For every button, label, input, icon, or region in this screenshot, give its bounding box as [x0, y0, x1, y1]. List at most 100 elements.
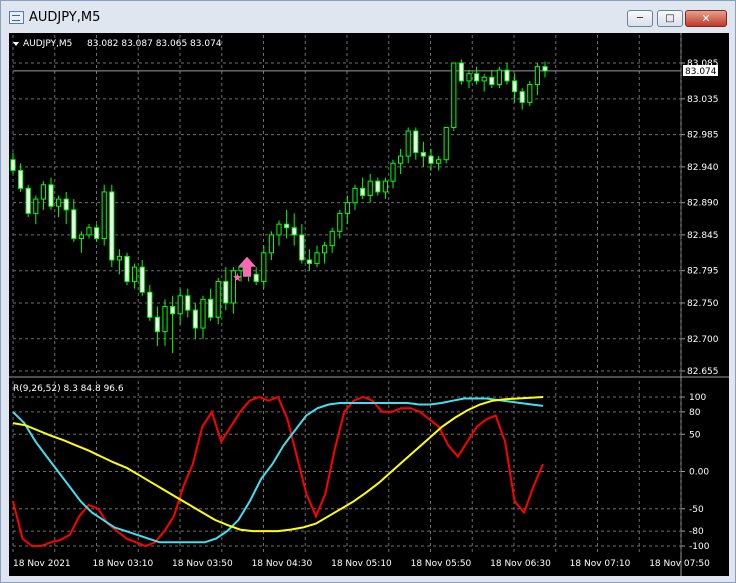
candle-body — [451, 62, 457, 128]
chart-canvas[interactable]: ★ 83.08583.03582.98582.94082.89082.84582… — [9, 33, 729, 576]
candle-body — [527, 83, 533, 103]
candle-body — [390, 162, 396, 182]
candle-body — [170, 306, 176, 315]
indicator-label: R(9,26,52) 8.3 84.8 96.6 — [13, 384, 124, 394]
candle-body — [504, 69, 510, 82]
candle-body — [109, 191, 115, 261]
mt4-chart-window: AUDJPY,M5 ─ □ ✕ ★ 83.085 83.035 82.985 82.9… — [0, 0, 736, 583]
candle-body — [337, 212, 343, 232]
candle-body — [466, 73, 472, 82]
candle-body — [253, 273, 259, 282]
candle-body — [344, 202, 350, 214]
candle-body — [208, 298, 214, 318]
candle-body — [215, 280, 221, 318]
indicator-series-line — [12, 397, 544, 544]
candle-body — [360, 187, 366, 197]
candle-body — [162, 306, 168, 333]
candle-body — [261, 252, 267, 282]
time-axis-label: 18 Nov 2021 — [13, 559, 71, 569]
candle-body — [177, 295, 183, 315]
time-axis-label: 18 Nov 04:30 — [252, 559, 313, 569]
indicator-tick-label: 100 — [689, 393, 706, 403]
candle-body — [413, 130, 419, 154]
candle-body — [25, 187, 31, 214]
candle-body — [154, 316, 160, 333]
indicator-series-line — [12, 396, 544, 533]
candle-body — [420, 152, 426, 157]
candle-body — [443, 126, 449, 161]
grid-lines — [9, 33, 729, 576]
indicator-tick-label: -100 — [689, 542, 710, 552]
candle-body — [185, 295, 191, 311]
price-tick-label: 82.985 — [687, 131, 719, 141]
chart-window-icon[interactable] — [9, 11, 24, 24]
candle-body — [78, 234, 84, 239]
price-tick-label: 82.655 — [687, 367, 719, 377]
price-tick-label: 82.700 — [687, 335, 719, 345]
ohlc-label: 83.082 83.087 83.065 83.074 — [87, 39, 222, 49]
price-tick-label: 82.940 — [687, 163, 719, 173]
candle-body — [306, 259, 312, 265]
price-tick-label: 82.845 — [687, 231, 719, 241]
candle-body — [132, 266, 138, 282]
candle-body — [33, 198, 39, 214]
maximize-button[interactable]: □ — [657, 10, 683, 27]
time-axis-label: 18 Nov 05:10 — [331, 559, 392, 569]
candle-body — [299, 234, 305, 261]
candle-body — [101, 191, 107, 239]
candle-body — [94, 227, 100, 239]
candle-body — [40, 184, 46, 200]
candle-body — [291, 227, 297, 236]
price-tick-label: 82.890 — [687, 199, 719, 209]
candle-body — [314, 252, 320, 265]
candle-body — [139, 266, 145, 293]
time-axis-label: 18 Nov 06:30 — [490, 559, 551, 569]
indicator-tick-label: -80 — [689, 527, 704, 537]
candle-body — [223, 280, 229, 304]
time-axis-label: 18 Nov 03:10 — [93, 559, 154, 569]
candle-body — [192, 309, 198, 329]
triangle-down-icon[interactable] — [13, 42, 19, 46]
time-axis-label: 18 Nov 07:10 — [570, 559, 631, 569]
price-tick-label: 82.795 — [687, 267, 719, 277]
candle-body — [375, 180, 381, 193]
candle-body — [474, 73, 480, 82]
time-axis-label: 18 Nov 03:50 — [172, 559, 233, 569]
candle-body — [352, 187, 358, 204]
close-button[interactable]: ✕ — [685, 10, 727, 27]
candle-body — [18, 169, 24, 189]
candle-body — [56, 198, 62, 207]
indicator-tick-label: 80 — [689, 408, 701, 418]
candle-body — [405, 130, 411, 157]
indicator-tick-label: -50 — [689, 505, 704, 515]
candle-body — [382, 180, 388, 193]
candle-body — [329, 230, 335, 247]
candle-body — [10, 159, 16, 171]
candle-body — [436, 159, 442, 164]
price-tick-label: 82.750 — [687, 299, 719, 309]
symbol-label: AUDJPY,M5 — [23, 39, 72, 49]
title-bar[interactable]: AUDJPY,M5 ─ □ ✕ — [1, 1, 735, 33]
candle-body — [398, 155, 404, 164]
candle-body — [519, 91, 525, 103]
indicator-tick-label: 50 — [689, 430, 701, 440]
candle-body — [86, 227, 92, 236]
candle-body — [481, 76, 487, 82]
star-icon: ★ — [232, 271, 243, 285]
current-price-label: 83.074 — [685, 67, 717, 77]
candle-body — [458, 62, 464, 82]
candle-body — [200, 298, 206, 329]
price-candles: ★ — [10, 59, 548, 354]
candle-body — [276, 223, 282, 236]
candle-body — [428, 155, 434, 164]
price-tick-label: 83.035 — [687, 95, 719, 105]
indicator-tick-label: 0.00 — [689, 468, 709, 478]
chart-area[interactable]: ★ 83.085 83.035 82.985 82.940 82.890 82.845 82… — [9, 33, 729, 576]
candle-body — [124, 255, 130, 282]
candle-body — [322, 245, 328, 254]
candle-body — [63, 198, 69, 211]
candle-body — [534, 66, 540, 85]
window-title: AUDJPY,M5 — [29, 10, 101, 25]
candle-body — [512, 80, 518, 93]
minimize-button[interactable]: ─ — [627, 10, 653, 27]
